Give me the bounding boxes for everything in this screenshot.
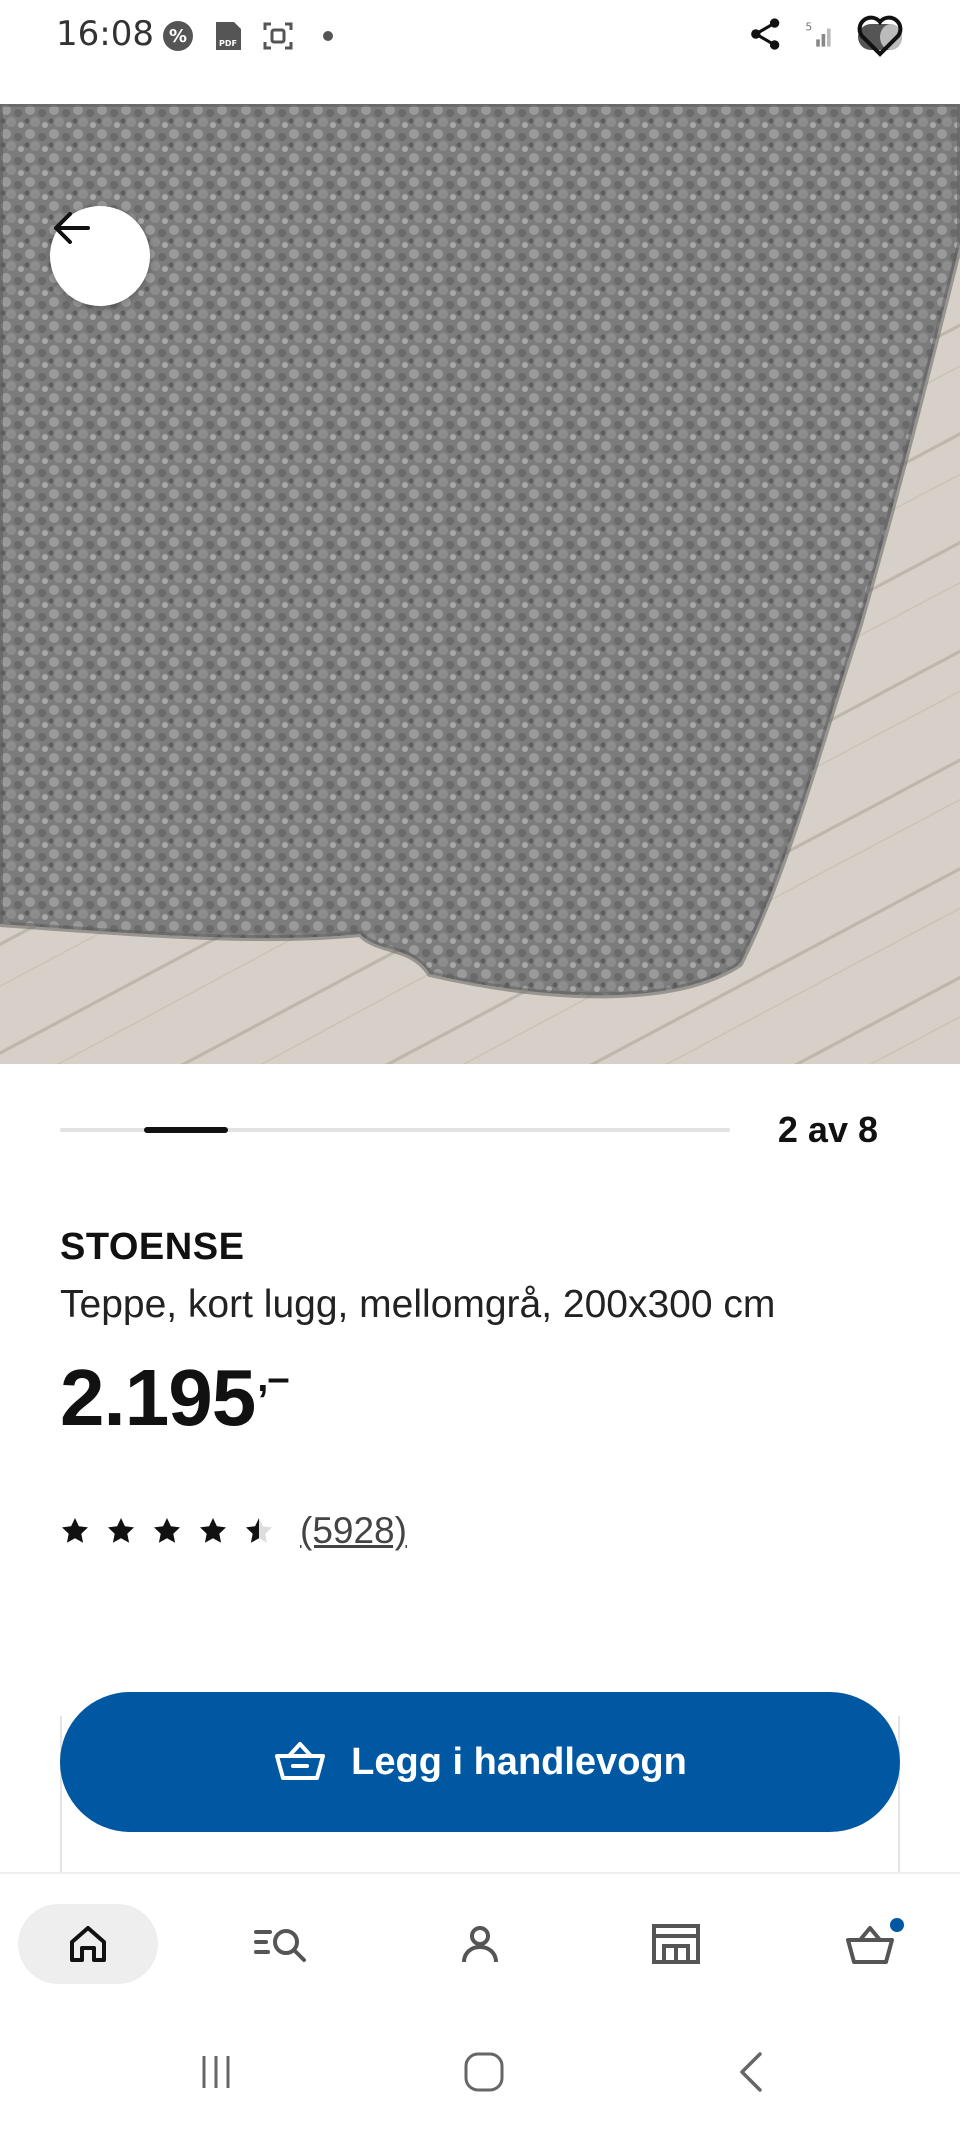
system-home-icon bbox=[464, 2052, 504, 2092]
recent-apps-icon bbox=[202, 2056, 230, 2088]
arrow-left-icon bbox=[54, 212, 90, 244]
recent-apps-button[interactable] bbox=[176, 2042, 256, 2102]
back-button[interactable] bbox=[50, 206, 150, 306]
percent-icon: % bbox=[160, 18, 196, 54]
rating[interactable]: (5928) bbox=[60, 1510, 407, 1552]
signal-label: 5 bbox=[805, 20, 812, 33]
star-full-icon bbox=[108, 1518, 134, 1543]
add-to-cart-label: Legg i handlevogn bbox=[351, 1740, 687, 1783]
rating-stars bbox=[60, 1516, 274, 1546]
star-full-icon bbox=[154, 1518, 180, 1543]
nav-store[interactable] bbox=[606, 1904, 746, 1984]
person-icon bbox=[462, 1926, 498, 1963]
nav-home[interactable] bbox=[18, 1904, 158, 1984]
svg-text:PDF: PDF bbox=[219, 39, 237, 48]
nav-search[interactable] bbox=[212, 1904, 352, 1984]
system-navigation-bar bbox=[0, 2012, 960, 2133]
system-back-button[interactable] bbox=[712, 2042, 792, 2102]
star-half-icon bbox=[246, 1518, 272, 1543]
star-full-icon bbox=[200, 1518, 226, 1543]
system-home-button[interactable] bbox=[444, 2042, 524, 2102]
status-icons-right: 5 bbox=[748, 6, 908, 62]
nav-profile[interactable] bbox=[410, 1904, 550, 1984]
share-icon[interactable] bbox=[748, 16, 784, 52]
chevron-left-icon bbox=[740, 2052, 762, 2092]
status-icons-left: % PDF bbox=[160, 18, 346, 54]
status-bar: 16:08 % PDF 5 bbox=[0, 0, 960, 104]
dot-icon bbox=[310, 18, 346, 54]
screenshot-icon bbox=[260, 18, 296, 54]
signal-icon: 5 bbox=[800, 16, 836, 52]
status-time: 16:08 bbox=[56, 14, 154, 54]
star-full-icon bbox=[62, 1518, 88, 1543]
search-list-icon bbox=[254, 1929, 306, 1962]
cart-badge bbox=[890, 1918, 904, 1932]
svg-text:%: % bbox=[169, 26, 187, 47]
basket-icon bbox=[275, 1742, 326, 1780]
store-icon bbox=[652, 1924, 700, 1964]
pdf-icon: PDF bbox=[210, 18, 246, 54]
review-count-link[interactable]: (5928) bbox=[300, 1510, 407, 1552]
product-name: STOENSE bbox=[60, 1226, 245, 1268]
price-value: 2.195 bbox=[60, 1353, 256, 1442]
bottom-navigation bbox=[0, 1872, 960, 2012]
nav-cart[interactable] bbox=[802, 1904, 942, 1984]
carousel-counter: 2 av 8 bbox=[777, 1109, 878, 1150]
carousel-position-thumb bbox=[144, 1127, 228, 1133]
product-description: Teppe, kort lugg, mellomgrå, 200x300 cm bbox=[60, 1283, 776, 1326]
add-to-cart-button[interactable]: Legg i handlevogn bbox=[60, 1692, 900, 1832]
home-icon bbox=[70, 1926, 106, 1962]
product-price: 2.195,– bbox=[60, 1352, 290, 1444]
price-suffix: ,– bbox=[257, 1356, 289, 1400]
product-image[interactable] bbox=[0, 104, 960, 1064]
heart-icon[interactable] bbox=[852, 6, 908, 62]
